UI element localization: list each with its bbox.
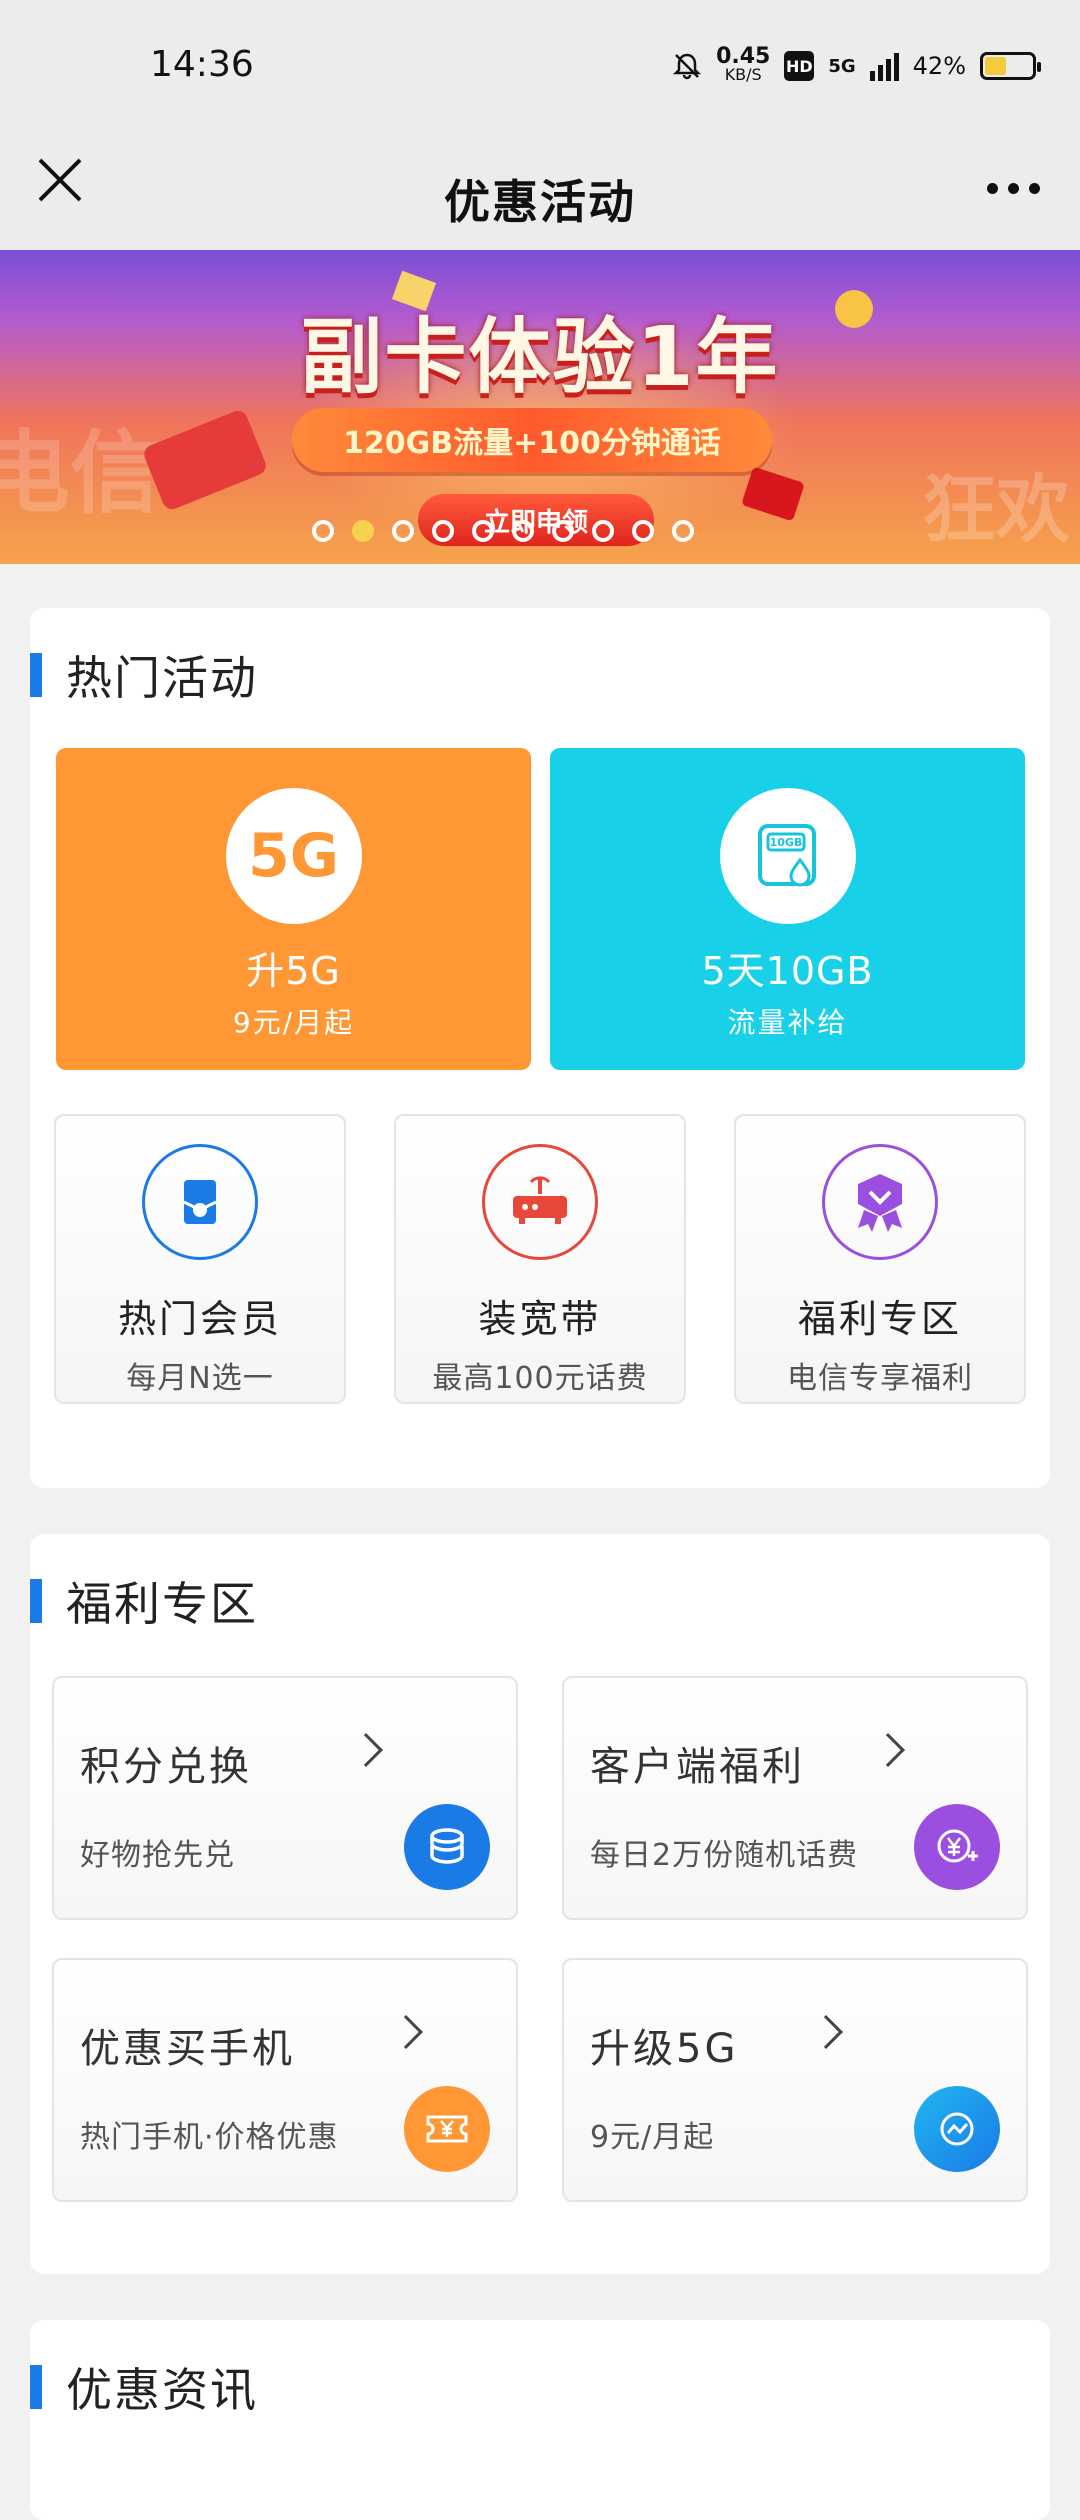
banner-subline: 120GB流量+100分钟通话 bbox=[292, 408, 772, 472]
status-icons: 0.45 KB/S HD 5G 42% bbox=[672, 44, 1041, 84]
carousel-dot[interactable] bbox=[671, 520, 694, 542]
buy-phone-card[interactable]: 优惠买手机 热门手机·价格优惠 bbox=[52, 1958, 518, 2202]
hot-membership-card[interactable]: 热门会员 每月N选一 bbox=[54, 1114, 346, 1404]
card-subtitle: 热门手机·价格优惠 bbox=[80, 2120, 339, 2155]
data-pack-card[interactable]: 10GB 5天10GB 流量补给 bbox=[550, 748, 1025, 1070]
card-title: 优惠买手机 bbox=[80, 2026, 295, 2072]
carousel-dot[interactable] bbox=[511, 520, 534, 542]
news-section: 优惠资讯 bbox=[30, 2320, 1050, 2520]
card-title: 客户端福利 bbox=[590, 1744, 805, 1790]
section-header: 热门活动 bbox=[30, 650, 258, 705]
chevron-right-icon bbox=[389, 2015, 423, 2049]
chevron-right-icon bbox=[809, 2015, 843, 2049]
hd-badge: HD bbox=[784, 51, 815, 81]
section-header: 福利专区 bbox=[30, 1576, 258, 1631]
carousel-dot[interactable] bbox=[631, 520, 654, 542]
ticket-icon bbox=[404, 2086, 490, 2172]
data-pack-icon: 10GB bbox=[719, 788, 856, 924]
carousel-dot[interactable] bbox=[391, 520, 414, 542]
card-title: 升级5G bbox=[590, 2026, 739, 2072]
yuan-plus-icon bbox=[914, 1804, 1000, 1890]
sim-card-decoration bbox=[141, 407, 269, 513]
card-subtitle: 流量补给 bbox=[727, 1006, 848, 1039]
section-title: 优惠资讯 bbox=[66, 2363, 258, 2417]
client-welfare-card[interactable]: 客户端福利 每日2万份随机话费 bbox=[562, 1676, 1028, 1920]
carousel-dot[interactable] bbox=[311, 520, 334, 542]
hot-activities-section: 热门活动 5G 升5G 9元/月起 10GB 5天10GB 流量补给 热门会员 … bbox=[30, 608, 1050, 1488]
welfare-zone-card[interactable]: 福利专区 电信专享福利 bbox=[734, 1114, 1026, 1404]
points-exchange-card[interactable]: 积分兑换 好物抢先兑 bbox=[52, 1676, 518, 1920]
card-title: 5天10GB bbox=[701, 949, 874, 993]
carousel-dot[interactable] bbox=[431, 520, 454, 542]
welfare-section: 福利专区 积分兑换 好物抢先兑 客户端福利 每日2万份随机话费 优惠买手机 热门… bbox=[30, 1534, 1050, 2274]
card-subtitle: 9元/月起 bbox=[232, 1006, 355, 1039]
5g-icon: 5G bbox=[225, 788, 362, 924]
card-subtitle: 最高100元话费 bbox=[432, 1361, 648, 1396]
card-subtitle: 9元/月起 bbox=[590, 2120, 715, 2155]
carousel-dot[interactable] bbox=[471, 520, 494, 542]
battery-percent: 42% bbox=[912, 52, 966, 80]
banner-headline: 副卡体验1年 bbox=[300, 310, 780, 405]
chevron-right-icon bbox=[349, 1733, 383, 1767]
svg-text:10GB: 10GB bbox=[769, 836, 802, 849]
section-title: 福利专区 bbox=[66, 1577, 258, 1631]
red-envelope-decoration bbox=[741, 466, 805, 522]
section-accent-bar bbox=[30, 1579, 42, 1623]
carousel-dot-active[interactable] bbox=[351, 520, 374, 542]
bell-muted-icon bbox=[673, 53, 702, 80]
card-subtitle: 好物抢先兑 bbox=[80, 1838, 235, 1873]
section-title: 热门活动 bbox=[66, 651, 258, 705]
section-accent-bar bbox=[30, 653, 42, 697]
card-title: 福利专区 bbox=[797, 1297, 962, 1341]
card-subtitle: 每月N选一 bbox=[126, 1361, 274, 1396]
card-title: 升5G bbox=[246, 949, 341, 993]
coins-icon bbox=[404, 1804, 490, 1890]
section-accent-bar bbox=[30, 2365, 42, 2409]
promo-banner[interactable]: 电信 狂欢 副卡体验1年 120GB流量+100分钟通话 立即申领 bbox=[0, 250, 1080, 564]
net-speed: 0.45 KB/S bbox=[716, 44, 771, 84]
router-icon bbox=[482, 1144, 598, 1260]
more-icon[interactable] bbox=[987, 166, 1040, 210]
banner-bg-text-left: 电信 bbox=[0, 421, 160, 526]
page-title: 优惠活动 bbox=[444, 175, 636, 229]
network-type: 5G bbox=[828, 55, 856, 77]
carousel-dots bbox=[0, 520, 1080, 542]
signal-icon bbox=[869, 51, 899, 81]
card-title: 热门会员 bbox=[117, 1297, 282, 1341]
battery-icon bbox=[980, 52, 1041, 80]
carousel-dot[interactable] bbox=[551, 520, 574, 542]
card-subtitle: 电信专享福利 bbox=[787, 1361, 973, 1396]
nav-bar: 优惠活动 bbox=[0, 140, 1080, 250]
card-title: 积分兑换 bbox=[80, 1744, 252, 1790]
upgrade-drop-icon bbox=[914, 2086, 1000, 2172]
card-title: 装宽带 bbox=[478, 1297, 602, 1341]
status-time: 14:36 bbox=[150, 44, 254, 85]
broadband-card[interactable]: 装宽带 最高100元话费 bbox=[394, 1114, 686, 1404]
upgrade-5g-link-card[interactable]: 升级5G 9元/月起 bbox=[562, 1958, 1028, 2202]
section-header: 优惠资讯 bbox=[30, 2362, 258, 2417]
status-bar: 14:36 0.45 KB/S HD 5G 42% bbox=[0, 0, 1080, 140]
membership-icon bbox=[142, 1144, 258, 1260]
chevron-right-icon bbox=[871, 1733, 905, 1767]
badge-icon bbox=[822, 1144, 938, 1260]
card-subtitle: 每日2万份随机话费 bbox=[590, 1838, 859, 1873]
carousel-dot[interactable] bbox=[591, 520, 614, 542]
upgrade-5g-card[interactable]: 5G 升5G 9元/月起 bbox=[56, 748, 531, 1070]
